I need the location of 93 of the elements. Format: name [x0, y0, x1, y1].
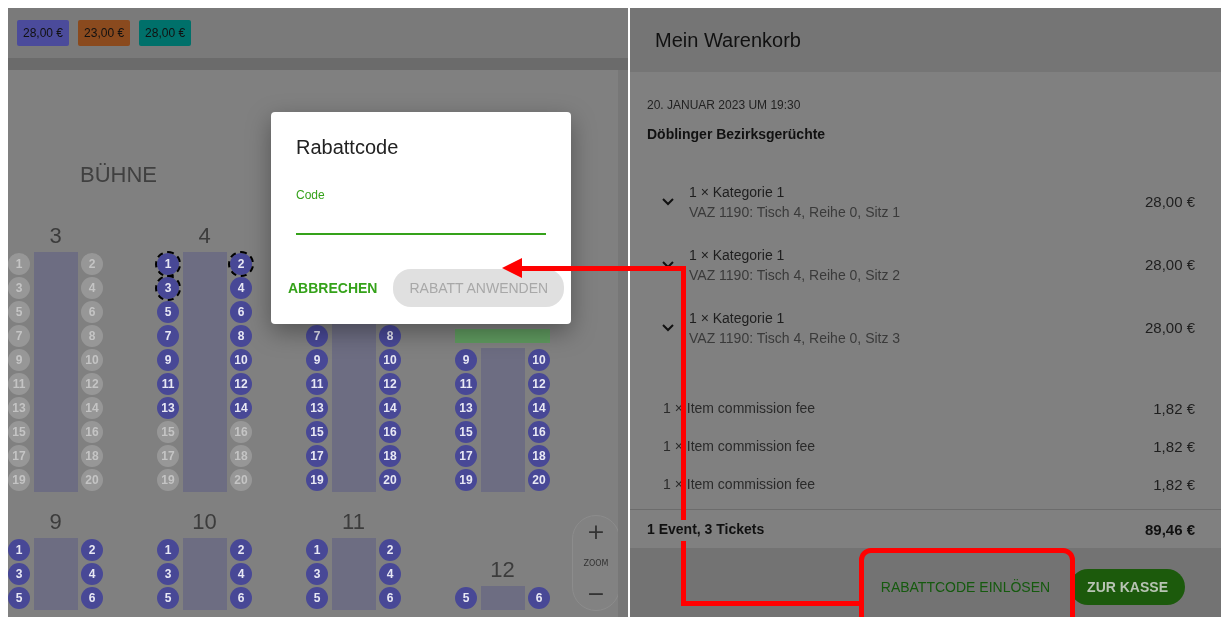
seat[interactable]: 3: [157, 563, 179, 585]
seat[interactable]: 8: [230, 325, 252, 347]
seat[interactable]: 1: [157, 253, 179, 275]
seat[interactable]: 20: [528, 469, 550, 491]
seat[interactable]: 17: [455, 445, 477, 467]
seat[interactable]: 3: [157, 277, 179, 299]
seat[interactable]: 15: [306, 421, 328, 443]
seat[interactable]: 2: [230, 539, 252, 561]
table-number: 9: [49, 510, 62, 534]
table-number: 12: [490, 558, 515, 582]
seat[interactable]: 11: [306, 373, 328, 395]
seat[interactable]: 6: [230, 587, 252, 609]
chevron-down-icon[interactable]: [661, 196, 675, 207]
seat[interactable]: 16: [528, 421, 550, 443]
table-number: 4: [198, 224, 211, 248]
ticket-price: 28,00 €: [1144, 319, 1195, 336]
chevron-down-icon[interactable]: [661, 322, 675, 333]
event-title: Döblinger Bezirksgerüchte: [647, 126, 827, 142]
table-number: 10: [192, 510, 217, 534]
seat[interactable]: 5: [157, 587, 179, 609]
seat[interactable]: 5: [157, 301, 179, 323]
fee-price: 1,82 €: [1153, 437, 1195, 455]
seat[interactable]: 13: [157, 397, 179, 419]
seat[interactable]: 10: [528, 349, 550, 371]
ticket-title: 1 × Kategorie 1: [689, 183, 786, 200]
seat[interactable]: 7: [306, 325, 328, 347]
seat[interactable]: 5: [306, 587, 328, 609]
seat[interactable]: 9: [157, 349, 179, 371]
seat[interactable]: 2: [230, 253, 252, 275]
seat[interactable]: 19: [306, 469, 328, 491]
zoom-label: ZOOM: [583, 558, 609, 568]
arrowhead-icon: [502, 258, 522, 278]
seat[interactable]: 2: [379, 539, 401, 561]
seat[interactable]: 11: [455, 373, 477, 395]
seat-details: VAZ 1190: Tisch 4, Reihe 0, Sitz 3: [689, 329, 902, 346]
seat[interactable]: 14: [528, 397, 550, 419]
stage-label: BÜHNE: [80, 162, 158, 188]
seat[interactable]: 12: [528, 373, 550, 395]
seat[interactable]: 5: [455, 587, 477, 609]
seat[interactable]: 12: [230, 373, 252, 395]
table-number: 11: [342, 510, 365, 534]
seat[interactable]: 14: [379, 397, 401, 419]
seat[interactable]: 6: [81, 587, 103, 609]
seat[interactable]: 6: [528, 587, 550, 609]
seat[interactable]: 5: [8, 587, 30, 609]
seat[interactable]: 1: [157, 539, 179, 561]
cart-title: Mein Warenkorb: [630, 8, 1221, 72]
seat[interactable]: 11: [157, 373, 179, 395]
zoom-out-button[interactable]: −: [578, 580, 614, 608]
seat[interactable]: 4: [379, 563, 401, 585]
seat[interactable]: 2: [81, 539, 103, 561]
ticket-title: 1 × Kategorie 1: [689, 309, 786, 326]
seat[interactable]: 9: [455, 349, 477, 371]
seat[interactable]: 13: [306, 397, 328, 419]
seat[interactable]: 12: [379, 373, 401, 395]
ticket-price: 28,00 €: [1144, 193, 1195, 210]
summary-label: 1 Event, 3 Tickets: [647, 521, 765, 537]
ticket-title: 1 × Kategorie 1: [689, 246, 786, 263]
zoom-in-button[interactable]: +: [578, 518, 614, 546]
seat[interactable]: 9: [306, 349, 328, 371]
field-label: Code: [296, 188, 326, 202]
seat[interactable]: 4: [230, 277, 252, 299]
seat[interactable]: 4: [81, 563, 103, 585]
seat[interactable]: 15: [455, 421, 477, 443]
seat[interactable]: 3: [8, 563, 30, 585]
seat[interactable]: 10: [379, 349, 401, 371]
seat[interactable]: 16: [379, 421, 401, 443]
seat[interactable]: 6: [379, 587, 401, 609]
seat[interactable]: 1: [306, 539, 328, 561]
seat[interactable]: 17: [306, 445, 328, 467]
event-date: 20. JANUAR 2023 UM 19:30: [647, 98, 802, 112]
seat[interactable]: 7: [157, 325, 179, 347]
seat[interactable]: 4: [230, 563, 252, 585]
seat[interactable]: 1: [8, 539, 30, 561]
seat[interactable]: 18: [379, 445, 401, 467]
seat[interactable]: 20: [379, 469, 401, 491]
table-number: 3: [49, 224, 62, 248]
seat[interactable]: 13: [455, 397, 477, 419]
seat[interactable]: 14: [230, 397, 252, 419]
seat[interactable]: 10: [230, 349, 252, 371]
seat[interactable]: 19: [455, 469, 477, 491]
seat[interactable]: 8: [379, 325, 401, 347]
fee-price: 1,82 €: [1153, 399, 1195, 417]
cancel-button[interactable]: ABBRECHEN: [288, 269, 378, 307]
seat[interactable]: 6: [230, 301, 252, 323]
ticket-price: 28,00 €: [1144, 256, 1195, 273]
seat-details: VAZ 1190: Tisch 4, Reihe 0, Sitz 2: [689, 266, 902, 283]
seat[interactable]: 18: [528, 445, 550, 467]
dialog-title: Rabattcode: [296, 136, 400, 159]
seat-details: VAZ 1190: Tisch 4, Reihe 0, Sitz 1: [689, 203, 902, 220]
total-price: 89,46 €: [1144, 520, 1195, 538]
seat[interactable]: 3: [306, 563, 328, 585]
fee-price: 1,82 €: [1153, 475, 1195, 493]
